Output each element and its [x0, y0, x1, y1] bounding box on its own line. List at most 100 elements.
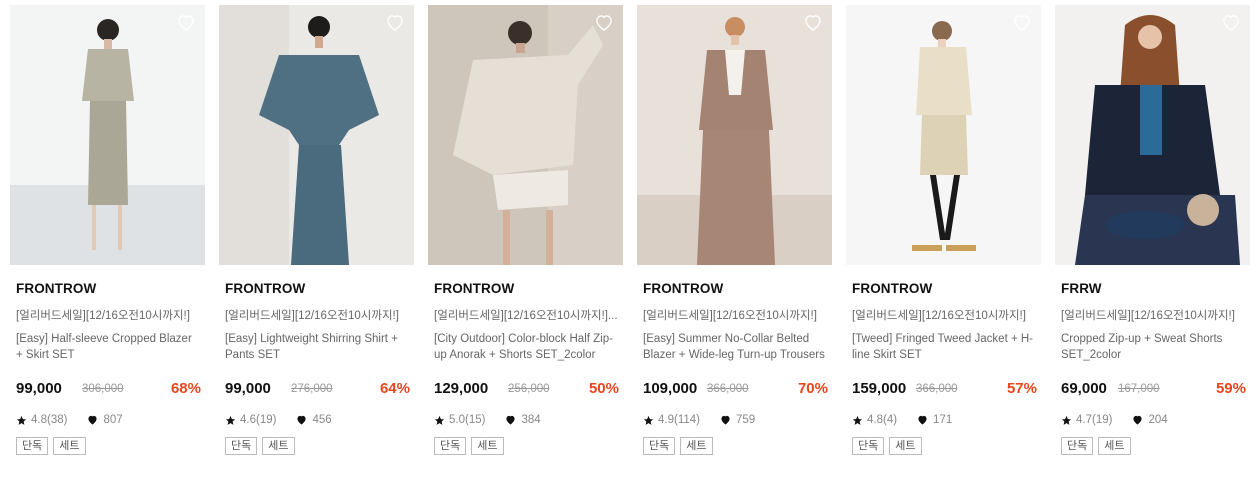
discount-rate: 64%	[379, 380, 410, 397]
tag-list: 단독 세트	[16, 437, 86, 455]
like-count: 204	[1148, 414, 1168, 426]
original-price: 276,000	[291, 383, 333, 395]
tag-set: 세트	[1098, 437, 1131, 455]
product-name[interactable]: [Easy] Lightweight Shirring Shirt + Pant…	[225, 331, 409, 363]
heart-filled-icon	[721, 415, 730, 425]
review-meta: 4.8(4) 171	[852, 414, 952, 426]
tag-list: 단독 세트	[225, 437, 295, 455]
brand-name[interactable]: FRRW	[1061, 281, 1102, 296]
heart-filled-icon	[88, 415, 98, 425]
product-image[interactable]	[1055, 5, 1250, 265]
sale-price: 99,000	[225, 380, 271, 397]
original-price: 256,000	[508, 383, 550, 395]
star-icon	[225, 415, 236, 425]
product-image[interactable]	[637, 5, 832, 265]
tag-set: 세트	[262, 437, 295, 455]
review-meta: 4.9(114) 759	[643, 414, 755, 426]
heart-outline-icon[interactable]	[1221, 13, 1241, 33]
product-card[interactable]: FRONTROW [얼리버드세일][12/16오전10시까지!]... [Cit…	[428, 5, 623, 475]
brand-name[interactable]: FRONTROW	[16, 281, 96, 296]
review-meta: 4.7(19) 204	[1061, 414, 1168, 426]
product-name[interactable]: [Easy] Half-sleeve Cropped Blazer + Skir…	[16, 331, 200, 363]
discount-rate: 68%	[170, 380, 201, 397]
promo-text: [얼리버드세일][12/16오전10시까지!]	[1061, 310, 1235, 322]
product-image[interactable]	[10, 5, 205, 265]
product-card[interactable]: FRONTROW [얼리버드세일][12/16오전10시까지!] [Easy] …	[637, 5, 832, 475]
product-name[interactable]: [Tweed] Fringed Tweed Jacket + H-line Sk…	[852, 331, 1036, 363]
heart-outline-icon[interactable]	[176, 13, 196, 33]
rating: 5.0(15)	[449, 414, 486, 426]
review-meta: 4.6(19) 456	[225, 414, 332, 426]
product-image[interactable]	[219, 5, 414, 265]
tag-exclusive: 단독	[643, 437, 676, 455]
discount-rate: 57%	[1006, 380, 1037, 397]
brand-name[interactable]: FRONTROW	[852, 281, 932, 296]
sale-price: 109,000	[643, 380, 698, 397]
brand-name[interactable]: FRONTROW	[225, 281, 305, 296]
star-icon	[643, 415, 654, 425]
sale-price: 99,000	[16, 380, 62, 397]
product-name[interactable]: Cropped Zip-up + Sweat Shorts SET_2color	[1061, 331, 1245, 363]
star-icon	[1061, 415, 1072, 425]
heart-outline-icon[interactable]	[1012, 13, 1032, 33]
rating: 4.7(19)	[1076, 414, 1113, 426]
product-photo	[846, 5, 1041, 265]
brand-name[interactable]: FRONTROW	[434, 281, 514, 296]
like-count: 384	[521, 414, 541, 426]
product-photo	[219, 5, 414, 265]
product-card[interactable]: FRRW [얼리버드세일][12/16오전10시까지!] Cropped Zip…	[1055, 5, 1250, 475]
original-price: 306,000	[82, 383, 124, 395]
original-price: 366,000	[707, 383, 749, 395]
product-card[interactable]: FRONTROW [얼리버드세일][12/16오전10시까지!] [Easy] …	[10, 5, 205, 475]
tag-list: 단독 세트	[1061, 437, 1131, 455]
heart-filled-icon	[506, 415, 516, 425]
product-name[interactable]: [City Outdoor] Color-block Half Zip-up A…	[434, 331, 618, 363]
product-image[interactable]	[428, 5, 623, 265]
tag-set: 세트	[53, 437, 86, 455]
like-count: 759	[735, 414, 756, 426]
sale-price: 159,000	[852, 380, 907, 397]
product-image[interactable]	[846, 5, 1041, 265]
product-card[interactable]: FRONTROW [얼리버드세일][12/16오전10시까지!] [Easy] …	[219, 5, 414, 475]
tag-set: 세트	[471, 437, 504, 455]
tag-list: 단독 세트	[852, 437, 922, 455]
heart-filled-icon	[1133, 415, 1143, 425]
star-icon	[16, 415, 27, 425]
sale-price: 69,000	[1061, 380, 1107, 397]
original-price: 167,000	[1118, 383, 1160, 395]
heart-filled-icon	[297, 415, 307, 425]
rating: 4.9(114)	[658, 414, 700, 426]
product-name[interactable]: [Easy] Summer No-Collar Belted Blazer + …	[643, 331, 827, 363]
review-meta: 4.8(38) 807	[16, 414, 123, 426]
discount-rate: 70%	[797, 380, 828, 397]
tag-list: 단독 세트	[643, 437, 713, 455]
product-photo	[1055, 5, 1250, 265]
tag-exclusive: 단독	[852, 437, 885, 455]
star-icon	[434, 415, 445, 425]
tag-list: 단독 세트	[434, 437, 504, 455]
heart-outline-icon[interactable]	[594, 13, 614, 33]
like-count: 171	[933, 414, 953, 426]
rating: 4.8(4)	[867, 414, 898, 426]
heart-outline-icon[interactable]	[385, 13, 405, 33]
like-count: 456	[312, 414, 332, 426]
product-card[interactable]: FRONTROW [얼리버드세일][12/16오전10시까지!] [Tweed]…	[846, 5, 1041, 475]
tag-exclusive: 단독	[434, 437, 467, 455]
like-count: 807	[103, 414, 123, 426]
brand-name[interactable]: FRONTROW	[643, 281, 723, 296]
discount-rate: 59%	[1215, 380, 1246, 397]
promo-text: [얼리버드세일][12/16오전10시까지!]	[643, 310, 817, 322]
review-meta: 5.0(15) 384	[434, 414, 541, 426]
product-photo	[10, 5, 205, 265]
tag-exclusive: 단독	[225, 437, 258, 455]
tag-exclusive: 단독	[1061, 437, 1094, 455]
promo-text: [얼리버드세일][12/16오전10시까지!]	[225, 310, 399, 322]
original-price: 366,000	[916, 383, 958, 395]
heart-filled-icon	[918, 415, 927, 425]
product-photo	[637, 5, 832, 265]
heart-outline-icon[interactable]	[803, 13, 823, 33]
product-photo	[428, 5, 623, 265]
discount-rate: 50%	[588, 380, 619, 397]
sale-price: 129,000	[434, 380, 489, 397]
promo-text: [얼리버드세일][12/16오전10시까지!]	[16, 310, 190, 322]
